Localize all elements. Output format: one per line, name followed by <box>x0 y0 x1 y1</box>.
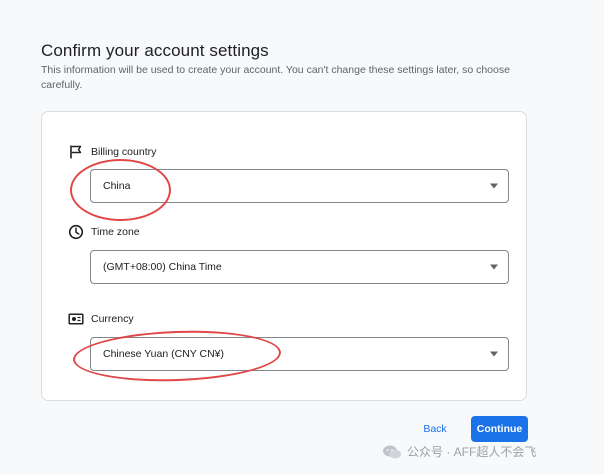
time-zone-value: (GMT+08:00) China Time <box>103 261 222 273</box>
chevron-down-icon <box>490 351 498 357</box>
billing-country-label-row: Billing country <box>68 144 156 160</box>
page-title: Confirm your account settings <box>41 41 269 60</box>
currency-icon <box>68 311 84 327</box>
billing-country-label: Billing country <box>91 146 157 158</box>
watermark: 公众号 · AFF超人不会飞 <box>382 443 536 460</box>
billing-country-select[interactable]: China <box>90 169 509 203</box>
page-description: This information will be used to create … <box>41 64 510 91</box>
continue-button[interactable]: Continue <box>471 416 528 442</box>
currency-label: Currency <box>91 313 134 325</box>
currency-label-row: Currency <box>68 311 134 327</box>
chevron-down-icon <box>490 183 498 189</box>
flag-icon <box>68 144 84 160</box>
time-zone-label: Time zone <box>91 226 140 238</box>
chevron-down-icon <box>490 264 498 270</box>
clock-icon <box>68 224 84 240</box>
settings-card: Billing country China Time zone (GMT+08:… <box>41 111 527 401</box>
time-zone-label-row: Time zone <box>68 224 140 240</box>
billing-country-value: China <box>103 180 131 192</box>
wechat-icon <box>383 445 401 458</box>
time-zone-select[interactable]: (GMT+08:00) China Time <box>90 250 509 284</box>
currency-value: Chinese Yuan (CNY CN¥) <box>103 348 225 360</box>
back-button[interactable]: Back <box>414 416 456 442</box>
watermark-text: 公众号 · AFF超人不会飞 <box>407 445 537 459</box>
currency-select[interactable]: Chinese Yuan (CNY CN¥) <box>90 337 509 371</box>
